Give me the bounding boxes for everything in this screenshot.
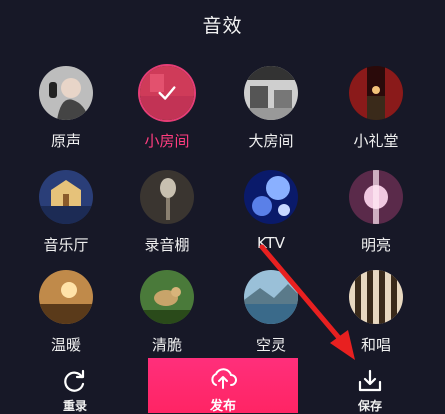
effect-harmony[interactable]: 和唱 [331,270,421,360]
effect-thumbnail [244,170,298,224]
effect-original[interactable]: 原声 [21,66,111,156]
effect-label: 和唱 [360,336,391,354]
effect-label: 空灵 [255,336,286,354]
selected-overlay [140,66,194,120]
check-icon [158,86,176,100]
effect-thumbnail [140,66,194,120]
effect-thumbnail [39,270,93,324]
effect-thumbnail [39,66,93,120]
effect-bright[interactable]: 明亮 [331,170,421,260]
effect-label: 明亮 [360,236,391,254]
effect-thumbnail [140,170,194,224]
download-icon [358,369,382,392]
rerecord-label: 重录 [62,399,87,413]
effect-ktv[interactable]: KTV [226,170,316,260]
effect-studio[interactable]: 录音棚 [122,170,212,260]
effect-ethereal[interactable]: 空灵 [226,270,316,360]
effect-thumbnail [349,66,403,120]
effect-label: 小房间 [144,132,190,150]
rerecord-button[interactable]: 重录 [45,358,105,413]
cloud-upload-icon [211,368,237,389]
refresh-icon [64,369,85,392]
effect-thumbnail [349,170,403,224]
save-button[interactable]: 保存 [340,358,400,413]
publish-button[interactable]: 发布 [148,358,298,414]
effect-warm[interactable]: 温暖 [21,270,111,360]
effect-small-hall[interactable]: 小礼堂 [331,66,421,156]
effect-label: 音乐厅 [43,236,89,254]
effect-label: 录音棚 [144,236,190,254]
effect-thumbnail [244,270,298,324]
effect-thumbnail [244,66,298,120]
effect-label: 原声 [50,132,81,150]
save-label: 保存 [357,399,382,413]
effect-thumbnail [140,270,194,324]
effect-label: 小礼堂 [353,132,399,150]
effect-crisp[interactable]: 清脆 [122,270,212,360]
effect-label: 清脆 [151,336,182,354]
effect-label: 大房间 [248,132,294,150]
effect-large-room[interactable]: 大房间 [226,66,316,156]
effect-label: KTV [256,234,286,252]
effect-label: 温暖 [50,336,81,354]
effect-thumbnail [39,170,93,224]
sound-effect-grid: 原声 小房间 大房间 小礼堂 音乐厅 录音棚 KTV 明亮 温暖 清脆 空灵 和… [0,0,445,360]
bottom-toolbar: 重录 发布 保存 [0,358,445,414]
effect-thumbnail [349,270,403,324]
effect-concert-hall[interactable]: 音乐厅 [21,170,111,260]
effect-small-room[interactable]: 小房间 [122,66,212,156]
publish-label: 发布 [209,399,236,414]
